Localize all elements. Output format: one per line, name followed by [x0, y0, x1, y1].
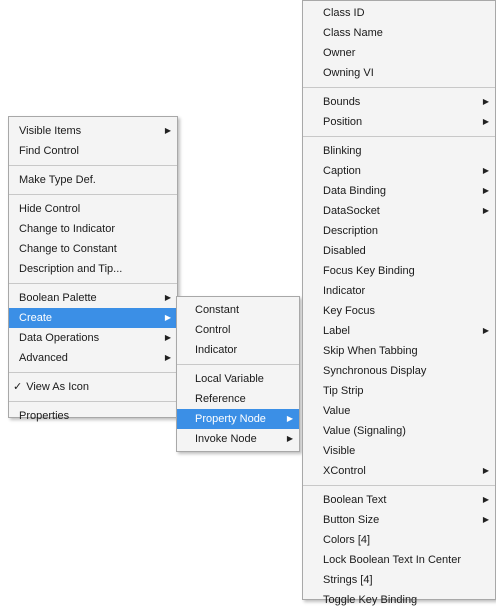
menu-item-tip-strip[interactable]: Tip Strip — [303, 381, 495, 401]
menu-item-visible-items[interactable]: Visible Items ▶ — [9, 121, 177, 141]
menu-item-owning-vi[interactable]: Owning VI — [303, 63, 495, 83]
menu-item-value-signaling[interactable]: Value (Signaling) — [303, 421, 495, 441]
create-submenu: Constant Control Indicator Local Variabl… — [176, 296, 300, 452]
menu-item-skip-when-tabbing[interactable]: Skip When Tabbing — [303, 341, 495, 361]
menu-item-property-node[interactable]: Property Node ▶ — [177, 409, 299, 429]
menu-item-data-operations[interactable]: Data Operations ▶ — [9, 328, 177, 348]
menu-item-label[interactable]: Label ▶ — [303, 321, 495, 341]
submenu-arrow-icon: ▶ — [482, 466, 489, 475]
menu-item-change-to-indicator[interactable]: Change to Indicator — [9, 219, 177, 239]
menu-item-control[interactable]: Control — [177, 320, 299, 340]
menu-item-lock-boolean-text-in-center[interactable]: Lock Boolean Text In Center — [303, 550, 495, 570]
menu-item-value[interactable]: Value — [303, 401, 495, 421]
menu-item-toggle-key-binding[interactable]: Toggle Key Binding — [303, 590, 495, 610]
menu-item-visible[interactable]: Visible — [303, 441, 495, 461]
menu-item-indicator[interactable]: Indicator — [303, 281, 495, 301]
submenu-arrow-icon: ▶ — [482, 515, 489, 524]
submenu-arrow-icon: ▶ — [286, 434, 293, 443]
menu-item-caption[interactable]: Caption ▶ — [303, 161, 495, 181]
menu-item-description-and-tip[interactable]: Description and Tip... — [9, 259, 177, 279]
menu-item-properties[interactable]: Properties — [9, 406, 177, 426]
menu-item-advanced[interactable]: Advanced ▶ — [9, 348, 177, 368]
menu-item-reference[interactable]: Reference — [177, 389, 299, 409]
menu-item-datasocket[interactable]: DataSocket ▶ — [303, 201, 495, 221]
submenu-arrow-icon: ▶ — [482, 186, 489, 195]
submenu-arrow-icon: ▶ — [164, 333, 171, 342]
menu-item-synchronous-display[interactable]: Synchronous Display — [303, 361, 495, 381]
menu-item-key-focus[interactable]: Key Focus — [303, 301, 495, 321]
submenu-arrow-icon: ▶ — [286, 414, 293, 423]
property-node-submenu: Class ID Class Name Owner Owning VI Boun… — [302, 0, 496, 606]
menu-item-bounds[interactable]: Bounds ▶ — [303, 92, 495, 112]
menu-item-boolean-palette[interactable]: Boolean Palette ▶ — [9, 288, 177, 308]
menu-item-invoke-node[interactable]: Invoke Node ▶ — [177, 429, 299, 449]
menu-item-focus-key-binding[interactable]: Focus Key Binding — [303, 261, 495, 281]
menu-item-hide-control[interactable]: Hide Control — [9, 199, 177, 219]
menu-item-disabled[interactable]: Disabled — [303, 241, 495, 261]
menu-item-find-control[interactable]: Find Control — [9, 141, 177, 161]
menu-item-position[interactable]: Position ▶ — [303, 112, 495, 132]
menu-item-view-as-icon[interactable]: ✓ View As Icon — [9, 377, 177, 397]
submenu-arrow-icon: ▶ — [164, 126, 171, 135]
menu-item-blinking[interactable]: Blinking — [303, 141, 495, 161]
submenu-arrow-icon: ▶ — [482, 166, 489, 175]
submenu-arrow-icon: ▶ — [482, 97, 489, 106]
menu-item-xcontrol[interactable]: XControl ▶ — [303, 461, 495, 481]
submenu-arrow-icon: ▶ — [482, 326, 489, 335]
menu-item-colors[interactable]: Colors [4] — [303, 530, 495, 550]
menu-item-constant[interactable]: Constant — [177, 300, 299, 320]
menu-item-local-variable[interactable]: Local Variable — [177, 369, 299, 389]
submenu-arrow-icon: ▶ — [164, 353, 171, 362]
menu-item-class-name[interactable]: Class Name — [303, 23, 495, 43]
submenu-arrow-icon: ▶ — [164, 293, 171, 302]
menu-item-make-type-def[interactable]: Make Type Def. — [9, 170, 177, 190]
submenu-arrow-icon: ▶ — [482, 206, 489, 215]
menu-item-button-size[interactable]: Button Size ▶ — [303, 510, 495, 530]
menu-item-strings[interactable]: Strings [4] — [303, 570, 495, 590]
submenu-arrow-icon: ▶ — [482, 117, 489, 126]
menu-item-change-to-constant[interactable]: Change to Constant — [9, 239, 177, 259]
context-menu: Visible Items ▶ Find Control Make Type De… — [8, 116, 178, 422]
menu-item-indicator[interactable]: Indicator — [177, 340, 299, 360]
menu-item-boolean-text[interactable]: Boolean Text ▶ — [303, 490, 495, 510]
checkmark-icon: ✓ — [13, 381, 23, 393]
menu-item-owner[interactable]: Owner — [303, 43, 495, 63]
submenu-arrow-icon: ▶ — [482, 495, 489, 504]
menu-item-create[interactable]: Create ▶ — [9, 308, 177, 328]
menu-item-data-binding[interactable]: Data Binding ▶ — [303, 181, 495, 201]
submenu-arrow-icon: ▶ — [164, 313, 171, 322]
menu-item-description[interactable]: Description — [303, 221, 495, 241]
menu-item-class-id[interactable]: Class ID — [303, 3, 495, 23]
